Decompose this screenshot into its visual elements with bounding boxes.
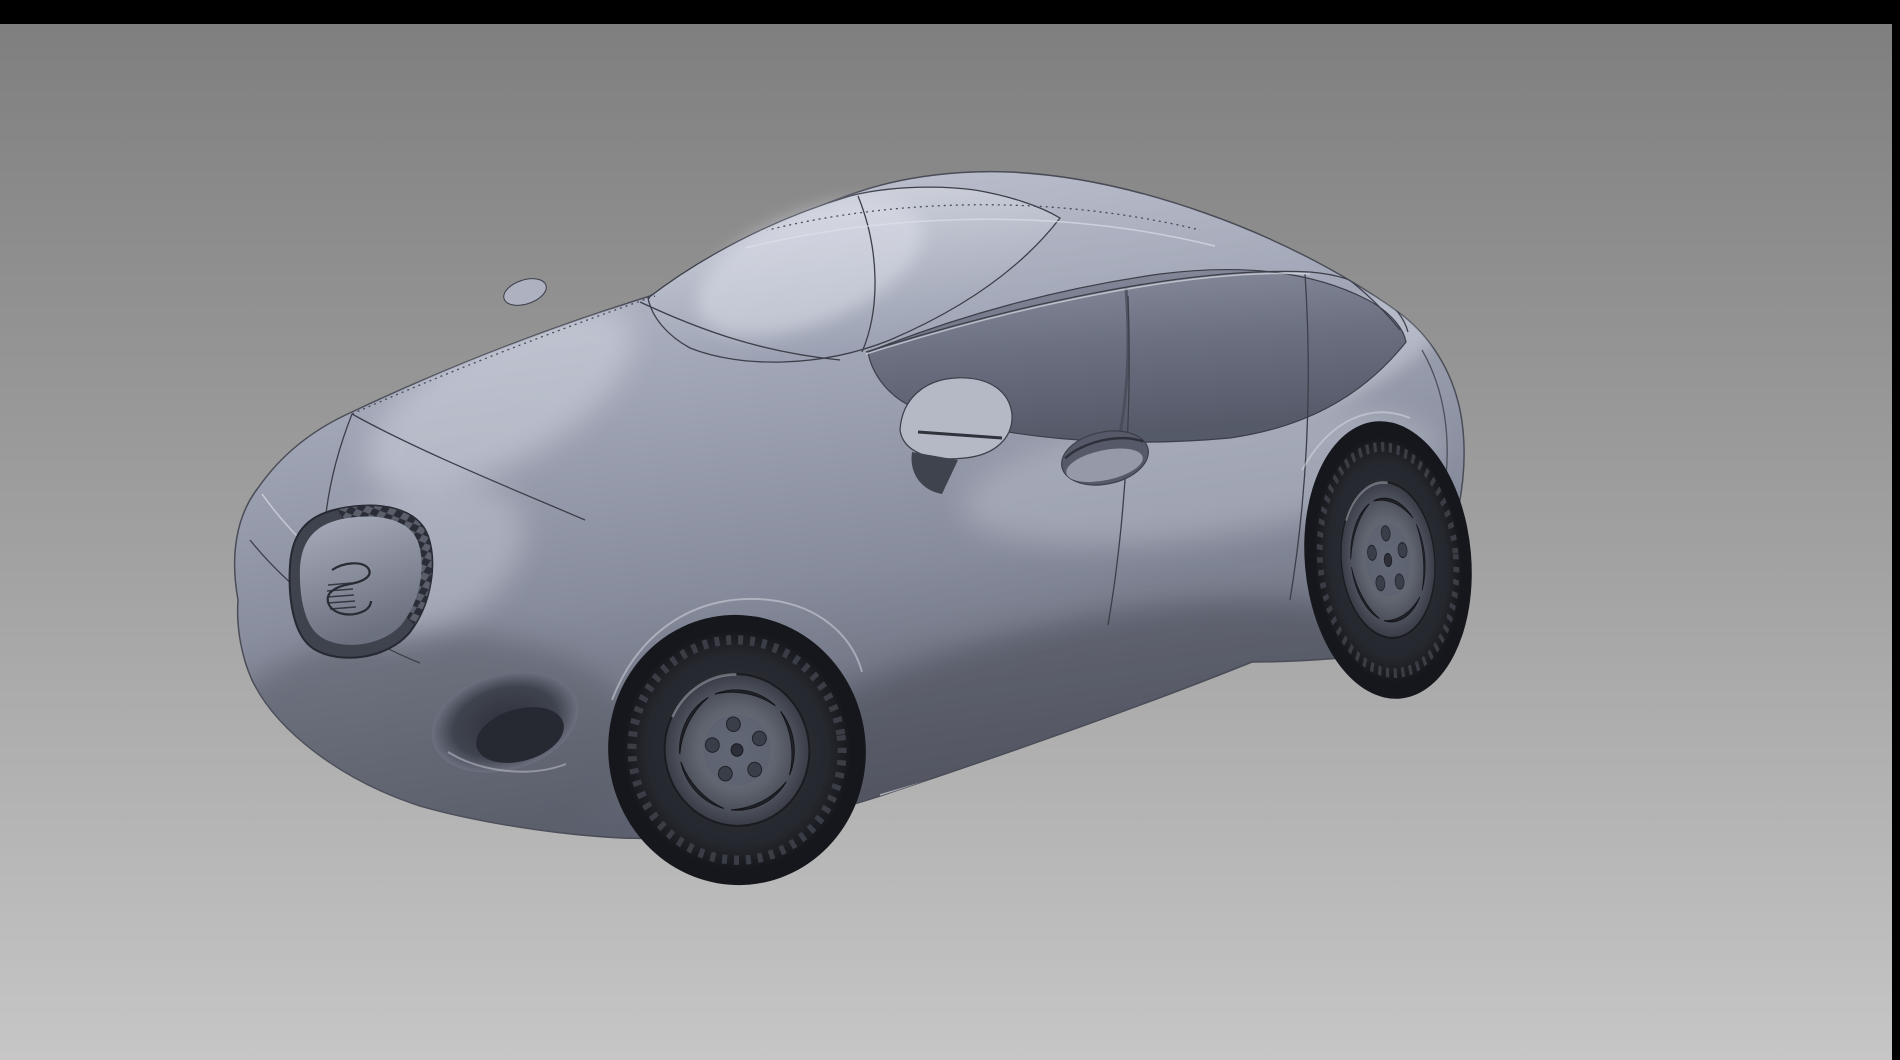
car-model-render[interactable] (0, 24, 1892, 1060)
cowl-antenna-bump[interactable] (500, 274, 549, 310)
right-letterbox-bar (1892, 0, 1900, 1060)
cad-viewport[interactable] (0, 24, 1892, 1060)
top-letterbox-bar (0, 0, 1900, 24)
app-window (0, 0, 1900, 1060)
car-model[interactable] (220, 172, 1483, 902)
